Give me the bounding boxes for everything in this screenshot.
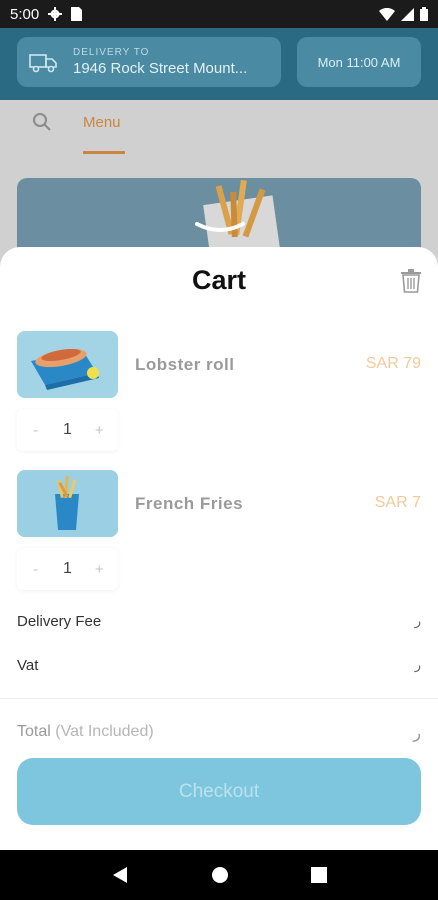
- item-price: SAR 7: [374, 494, 421, 511]
- cart-sheet: Cart Lobster roll SAR 79 - 1 + French Fr…: [0, 247, 438, 850]
- delivery-fee-value: ﺭ: [414, 613, 421, 628]
- wifi-icon: [379, 7, 395, 21]
- delivery-truck-icon: [29, 54, 57, 73]
- system-nav-bar: [0, 850, 438, 900]
- increase-quantity-button[interactable]: +: [89, 422, 109, 439]
- delivery-label: DELIVERY TO: [73, 47, 150, 58]
- french-fries-image: [17, 470, 118, 537]
- back-icon[interactable]: [111, 866, 129, 884]
- cart-item: French Fries SAR 7 - 1 +: [17, 470, 421, 600]
- item-price: SAR 79: [365, 355, 421, 372]
- total-note: (Vat Included): [55, 723, 154, 740]
- status-time: 5:00: [10, 5, 40, 23]
- vat-label: Vat: [17, 657, 39, 674]
- status-bar: 5:00: [0, 0, 438, 28]
- search-icon[interactable]: [32, 112, 52, 132]
- delivery-time-selector[interactable]: Mon 11:00 AM: [297, 37, 421, 87]
- delivery-address-selector[interactable]: DELIVERY TO 1946 Rock Street Mount...: [17, 37, 281, 87]
- delivery-fee-row: Delivery Fee ﺭ: [17, 613, 421, 630]
- checkout-button[interactable]: Checkout: [17, 758, 421, 825]
- trash-icon[interactable]: [400, 269, 422, 293]
- decrease-quantity-button[interactable]: -: [26, 561, 46, 578]
- home-icon[interactable]: [211, 866, 229, 884]
- delivery-fee-label: Delivery Fee: [17, 613, 102, 630]
- battery-icon: [420, 7, 428, 21]
- total-row: Total (Vat Included) ﺭ: [17, 723, 421, 743]
- item-name: French Fries: [135, 494, 244, 513]
- lobster-roll-image: [17, 331, 118, 398]
- vat-value: ﺭ: [414, 657, 421, 672]
- total-label: Total: [17, 723, 51, 740]
- sheet-drag-handle[interactable]: [194, 220, 246, 236]
- tab-row: Menu: [0, 100, 438, 160]
- divider: [0, 698, 438, 699]
- quantity-value: 1: [63, 560, 72, 577]
- signal-icon: [401, 7, 414, 21]
- cart-title: Cart: [191, 265, 246, 295]
- app-header: DELIVERY TO 1946 Rock Street Mount... Mo…: [0, 28, 438, 100]
- item-name: Lobster roll: [135, 355, 235, 374]
- total-value: ﺭ: [413, 725, 421, 742]
- recents-icon[interactable]: [311, 867, 327, 883]
- delivery-time: Mon 11:00 AM: [317, 54, 401, 70]
- increase-quantity-button[interactable]: +: [89, 561, 109, 578]
- quantity-stepper: - 1 +: [17, 409, 118, 451]
- settings-icon: [48, 7, 63, 21]
- decrease-quantity-button[interactable]: -: [26, 422, 46, 439]
- cart-item: Lobster roll SAR 79 - 1 +: [17, 331, 421, 461]
- sim-card-icon: [71, 7, 83, 21]
- quantity-value: 1: [63, 421, 72, 438]
- vat-row: Vat ﺭ: [17, 657, 421, 674]
- delivery-address: 1946 Rock Street Mount...: [73, 60, 248, 77]
- tab-active-indicator: [83, 151, 125, 154]
- quantity-stepper: - 1 +: [17, 548, 118, 590]
- tab-menu[interactable]: Menu: [83, 114, 121, 131]
